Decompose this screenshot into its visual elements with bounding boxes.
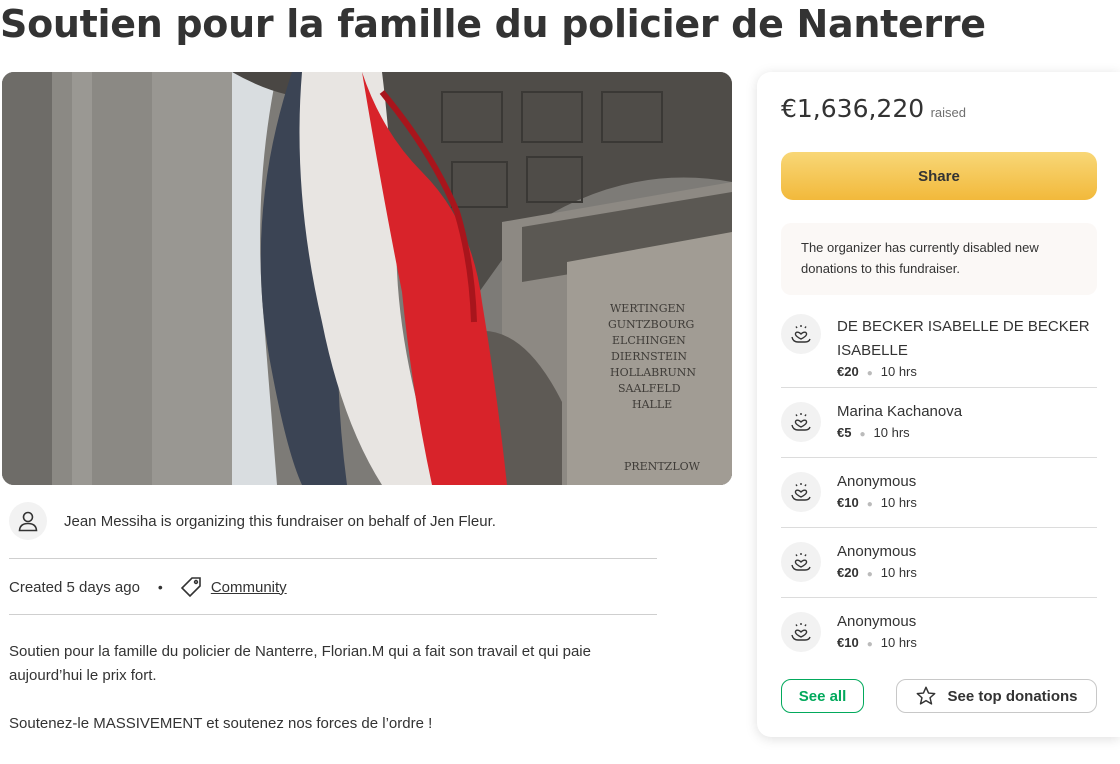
donation-amount: €10 [837,495,859,510]
donation-list: DE BECKER ISABELLE DE BECKER ISABELLE €2… [781,308,1097,662]
donation-meta: €10 ● 10 hrs [837,495,917,510]
donation-time: 10 hrs [880,635,917,650]
meta-separator: ● [866,499,873,510]
donation-meta: €20 ● 10 hrs [837,364,1097,379]
inscription-line: HOLLABRUNN [610,366,696,379]
donor-name: DE BECKER ISABELLE DE BECKER ISABELLE [837,318,1090,359]
meta-separator: • [157,579,163,595]
donation-time: 10 hrs [873,425,910,440]
meta-separator: ● [866,569,873,580]
inscription-line: PRENTZLOW [624,460,701,473]
story-description: Soutien pour la famille du policier de N… [9,640,649,760]
inscription-line: ELCHINGEN [612,334,686,347]
donation-sidebar: €1,636,220 raised Share The organizer ha… [757,72,1120,737]
divider [9,558,657,559]
organizer-row: Jean Messiha is organizing this fundrais… [9,502,496,540]
see-top-donations-label: See top donations [947,687,1078,705]
donation-item: DE BECKER ISABELLE DE BECKER ISABELLE €2… [781,308,1097,388]
raised-summary: €1,636,220 raised [781,94,966,123]
inscription-line: DIERNSTEIN [611,350,687,363]
see-all-button[interactable]: See all [781,679,864,713]
donation-item: Anonymous €10 ● 10 hrs [781,598,1097,662]
donation-time: 10 hrs [880,565,917,580]
donation-heart-icon [781,612,821,652]
tag-icon [180,577,201,598]
share-button[interactable]: Share [781,152,1097,200]
donation-heart-icon [781,402,821,442]
donor-name: Anonymous [837,613,917,630]
donation-item: Anonymous €10 ● 10 hrs [781,458,1097,528]
donation-amount: €10 [837,635,859,650]
donor-name: Marina Kachanova [837,403,963,420]
created-date: Created 5 days ago [9,578,140,596]
story-paragraph: Soutien pour la famille du policier de N… [9,643,591,684]
raised-amount: €1,636,220 [781,94,925,123]
inscription-line: SAALFELD [618,382,681,395]
donation-heart-icon [781,314,821,354]
donation-item: Anonymous €20 ● 10 hrs [781,528,1097,598]
star-icon [917,686,936,705]
inscription-line: WERTINGEN [610,302,686,315]
organizer-text: Jean Messiha is organizing this fundrais… [64,512,496,530]
donation-amount: €5 [837,425,852,440]
divider [9,614,657,615]
raised-label: raised [930,105,967,120]
user-icon [9,502,47,540]
donation-item: Marina Kachanova €5 ● 10 hrs [781,388,1097,458]
donation-amount: €20 [837,364,859,379]
donations-disabled-notice: The organizer has currently disabled new… [781,223,1097,295]
donation-heart-icon [781,542,821,582]
donor-name: Anonymous [837,543,917,560]
donation-meta: €10 ● 10 hrs [837,635,917,650]
inscription-line: HALLE [632,398,672,411]
see-top-donations-button[interactable]: See top donations [896,679,1097,713]
donation-time: 10 hrs [880,364,917,379]
donation-heart-icon [781,472,821,512]
inscription-line: GUNTZBOURG [608,318,694,331]
hero-image: WERTINGEN GUNTZBOURG ELCHINGEN DIERNSTEI… [2,72,732,485]
donation-meta: €5 ● 10 hrs [837,425,962,440]
meta-separator: ● [866,368,873,379]
meta-separator: ● [866,639,873,650]
category-link[interactable]: Community [211,579,287,596]
meta-separator: ● [859,429,866,440]
donation-amount: €20 [837,565,859,580]
donation-time: 10 hrs [880,495,917,510]
donation-meta: €20 ● 10 hrs [837,565,917,580]
page-title: Soutien pour la famille du policier de N… [0,2,986,46]
story-paragraph: Soutenez-le MASSIVEMENT et soutenez nos … [9,715,433,732]
donor-name: Anonymous [837,473,917,490]
meta-row: Created 5 days ago • Community [9,574,287,600]
